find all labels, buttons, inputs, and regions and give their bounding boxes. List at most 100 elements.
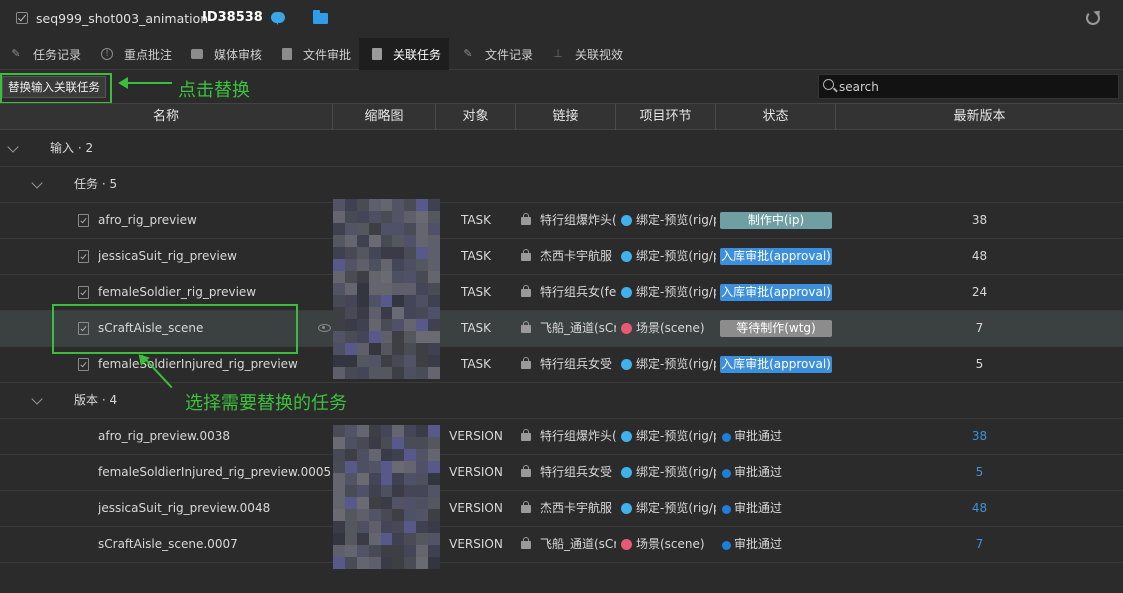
task-check-icon bbox=[78, 358, 89, 371]
version-link[interactable]: 5 bbox=[836, 455, 1123, 490]
row-status: 审批通过 bbox=[734, 465, 783, 479]
tab-label: 文件记录 bbox=[485, 47, 534, 62]
row-name: sCraftAisle_scene.0007 bbox=[98, 537, 238, 551]
tab-label: 重点批注 bbox=[124, 47, 173, 62]
status-dot bbox=[722, 505, 731, 514]
row-version: 38 bbox=[971, 213, 988, 227]
group-label: 输入 · 2 bbox=[50, 141, 94, 155]
table-row[interactable]: jessicaSuit_rig_preview.0048 VERSION 杰西卡… bbox=[0, 491, 1123, 527]
stage-dot bbox=[621, 467, 632, 478]
folder-icon[interactable] bbox=[313, 10, 328, 24]
status-badge[interactable]: 入库审批(approval) bbox=[720, 248, 832, 265]
row-status: 审批通过 bbox=[734, 501, 783, 515]
column-header-status[interactable]: 状态 bbox=[716, 104, 836, 130]
row-object: TASK bbox=[460, 213, 492, 227]
row-link[interactable]: 杰西卡宇航服 bbox=[540, 491, 616, 526]
row-stage: 绑定-预览(rig/p bbox=[636, 429, 716, 443]
tab-task-log[interactable]: ✎ 任务记录 bbox=[10, 38, 96, 70]
row-version: 7 bbox=[975, 321, 984, 335]
row-stage: 绑定-预览(rig/p bbox=[636, 501, 716, 515]
row-name: afro_rig_preview bbox=[98, 213, 197, 227]
column-header-link[interactable]: 链接 bbox=[516, 104, 616, 130]
status-dot bbox=[722, 433, 731, 442]
version-link[interactable]: 7 bbox=[836, 527, 1123, 562]
row-link[interactable]: 飞船_通道(sCra bbox=[540, 527, 616, 562]
tab-label: 文件审批 bbox=[303, 47, 352, 62]
chevron-down-icon[interactable] bbox=[31, 177, 43, 189]
tab-media-review[interactable]: 媒体审核 bbox=[191, 38, 277, 70]
table-row[interactable]: femaleSoldierInjured_rig_preview.0005 VE… bbox=[0, 455, 1123, 491]
tab-linked-vfx[interactable]: ⊥ 关联视效 bbox=[552, 38, 638, 70]
eye-icon[interactable] bbox=[318, 324, 331, 332]
tab-label: 关联视效 bbox=[575, 47, 624, 62]
column-header-object[interactable]: 对象 bbox=[436, 104, 516, 130]
shot-id: ID38538 bbox=[202, 10, 263, 25]
row-version: 5 bbox=[975, 357, 984, 371]
chevron-down-icon[interactable] bbox=[31, 393, 43, 405]
status-badge[interactable]: 入库审批(approval) bbox=[720, 356, 832, 373]
status-dot bbox=[722, 541, 731, 550]
status-dot bbox=[722, 469, 731, 478]
tab-file-log[interactable]: ✎ 文件记录 bbox=[462, 38, 548, 70]
search-input[interactable] bbox=[839, 78, 1109, 96]
group-label: 版本 · 4 bbox=[74, 393, 118, 407]
column-header-name[interactable]: 名称 bbox=[0, 104, 333, 130]
column-header-stage[interactable]: 项目环节 bbox=[616, 104, 716, 130]
fx-icon: ⊥ bbox=[553, 47, 563, 60]
row-status: 审批通过 bbox=[734, 429, 783, 443]
status-badge[interactable]: 制作中(ip) bbox=[720, 212, 832, 229]
row-name: jessicaSuit_rig_preview.0048 bbox=[98, 501, 271, 515]
group-row-input[interactable]: 输入 · 2 bbox=[0, 131, 1123, 167]
tab-label: 媒体审核 bbox=[214, 47, 263, 62]
row-link[interactable]: 特行组爆炸头( bbox=[540, 203, 616, 238]
table-row[interactable]: sCraftAisle_scene.0007 VERSION 飞船_通道(sCr… bbox=[0, 527, 1123, 563]
row-link[interactable]: 特行组兵女(fe bbox=[540, 275, 616, 310]
tab-label: 任务记录 bbox=[33, 47, 82, 62]
version-link[interactable]: 48 bbox=[836, 491, 1123, 526]
tab-file-approval[interactable]: 文件审批 bbox=[282, 38, 368, 70]
row-object: TASK bbox=[460, 321, 492, 335]
chevron-down-icon[interactable] bbox=[7, 141, 19, 153]
stage-dot bbox=[621, 503, 632, 514]
row-stage: 绑定-预览(rig/p bbox=[636, 357, 716, 371]
row-link[interactable]: 特行组兵女受 bbox=[540, 347, 616, 382]
row-link[interactable]: 特行组兵女受 bbox=[540, 455, 616, 490]
column-header-latest-version[interactable]: 最新版本 bbox=[836, 104, 1123, 130]
table-row[interactable]: afro_rig_preview.0038 VERSION 特行组爆炸头( 绑定… bbox=[0, 419, 1123, 455]
row-link[interactable]: 飞船_通道(sCra bbox=[540, 311, 616, 346]
lock-icon bbox=[521, 285, 531, 297]
version-link[interactable]: 38 bbox=[836, 419, 1123, 454]
table-row[interactable]: afro_rig_preview TASK 特行组爆炸头( 绑定-预览(rig/… bbox=[0, 203, 1123, 239]
status-badge[interactable]: 等待制作(wtg) bbox=[720, 320, 832, 337]
group-row-tasks[interactable]: 任务 · 5 bbox=[0, 167, 1123, 203]
row-stage: 场景(scene) bbox=[636, 321, 705, 335]
row-stage: 绑定-预览(rig/p bbox=[636, 249, 716, 263]
tab-key-notes[interactable]: ! 重点批注 bbox=[101, 38, 187, 70]
annotation-arrow-replace bbox=[118, 77, 172, 89]
stage-dot bbox=[621, 323, 632, 334]
chat-icon[interactable] bbox=[271, 12, 285, 25]
table-row[interactable]: jessicaSuit_rig_preview TASK 杰西卡宇航服 绑定-预… bbox=[0, 239, 1123, 275]
tab-linked-tasks[interactable]: 关联任务 bbox=[359, 38, 449, 70]
row-object: TASK bbox=[460, 357, 492, 371]
group-row-versions[interactable]: 版本 · 4 bbox=[0, 383, 1123, 419]
status-badge[interactable]: 入库审批(approval) bbox=[720, 284, 832, 301]
column-header-thumbnail[interactable]: 缩略图 bbox=[333, 104, 436, 130]
table-header: 名称 缩略图 对象 链接 项目环节 状态 最新版本 bbox=[0, 103, 1123, 130]
link-doc-icon bbox=[372, 48, 382, 60]
checkbox-icon[interactable] bbox=[16, 12, 28, 24]
thumbnail-image-versions[interactable] bbox=[333, 425, 440, 569]
row-link[interactable]: 特行组爆炸头( bbox=[540, 419, 616, 454]
annotation-select-task: 选择需要替换的任务 bbox=[185, 389, 347, 415]
tab-bar: ✎ 任务记录 ! 重点批注 媒体审核 文件审批 关联任务 ✎ 文件记录 ⊥ 关联… bbox=[0, 38, 1123, 70]
search-box bbox=[818, 74, 1119, 99]
row-link[interactable]: 杰西卡宇航服 bbox=[540, 239, 616, 274]
pencil-icon: ✎ bbox=[463, 47, 473, 60]
task-check-icon bbox=[78, 286, 89, 299]
annotation-click-replace: 点击替换 bbox=[178, 80, 250, 101]
refresh-icon[interactable] bbox=[1086, 11, 1100, 25]
row-version: 48 bbox=[971, 249, 988, 263]
thumbnail-image-tasks[interactable] bbox=[333, 199, 440, 383]
row-object: VERSION bbox=[449, 429, 503, 443]
row-object: VERSION bbox=[449, 465, 503, 479]
